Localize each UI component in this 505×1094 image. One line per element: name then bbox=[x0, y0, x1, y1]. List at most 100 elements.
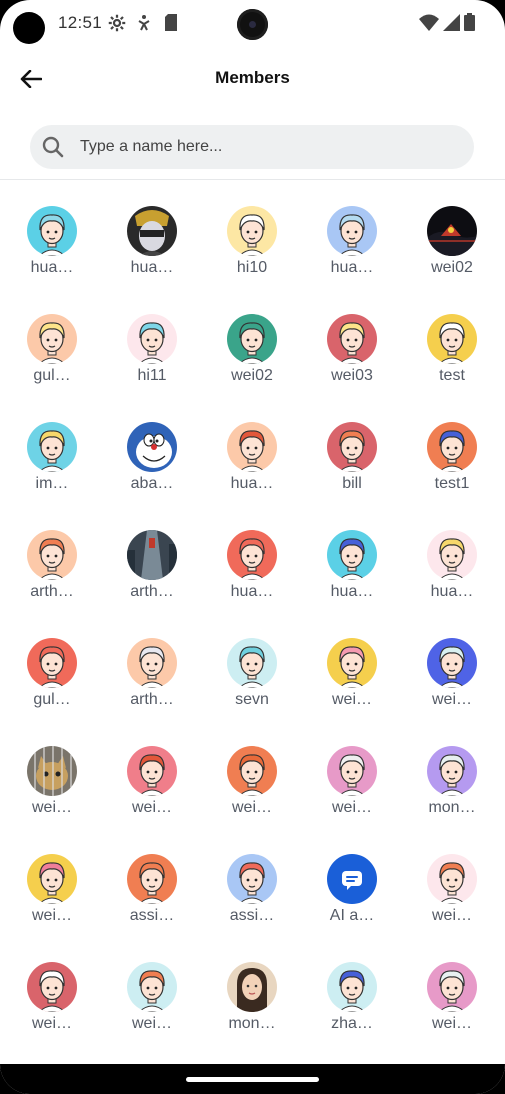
member-name: AI a… bbox=[329, 907, 375, 924]
member-item[interactable]: hua… bbox=[2, 206, 102, 314]
member-name: wei… bbox=[231, 799, 272, 816]
avatar bbox=[327, 422, 377, 472]
avatar bbox=[327, 638, 377, 688]
member-item[interactable]: hua… bbox=[202, 422, 302, 530]
avatar bbox=[27, 530, 77, 580]
search-bar[interactable] bbox=[30, 125, 474, 169]
member-item[interactable]: test bbox=[402, 314, 502, 422]
member-item[interactable]: arth… bbox=[102, 638, 202, 746]
member-name: hua… bbox=[430, 583, 474, 600]
avatar bbox=[227, 746, 277, 796]
avatar bbox=[127, 638, 177, 688]
member-name: im… bbox=[35, 475, 69, 492]
member-item[interactable]: hi11 bbox=[102, 314, 202, 422]
member-name: wei… bbox=[31, 907, 72, 924]
avatar bbox=[27, 746, 77, 796]
avatar bbox=[27, 422, 77, 472]
member-name: wei… bbox=[331, 799, 372, 816]
member-item[interactable]: wei… bbox=[302, 746, 402, 854]
sd-card-icon bbox=[164, 14, 178, 36]
member-item[interactable]: wei03 bbox=[302, 314, 402, 422]
avatar bbox=[227, 962, 277, 1012]
member-item[interactable]: bill bbox=[302, 422, 402, 530]
member-name: arth… bbox=[30, 583, 74, 600]
member-name: arth… bbox=[130, 583, 174, 600]
member-name: hua… bbox=[330, 583, 374, 600]
member-name: hi11 bbox=[137, 367, 167, 384]
member-item[interactable]: arth… bbox=[102, 530, 202, 638]
member-name: hua… bbox=[30, 259, 74, 276]
member-name: wei02 bbox=[231, 367, 273, 384]
member-item[interactable]: wei… bbox=[2, 746, 102, 854]
member-name: gul… bbox=[33, 367, 71, 384]
search-input[interactable] bbox=[80, 138, 440, 156]
member-item[interactable]: gul… bbox=[2, 638, 102, 746]
avatar bbox=[27, 206, 77, 256]
member-name: wei… bbox=[331, 691, 372, 708]
member-item[interactable]: test1 bbox=[402, 422, 502, 530]
member-item[interactable]: wei… bbox=[102, 962, 202, 1070]
member-name: mon… bbox=[428, 799, 476, 816]
avatar bbox=[127, 962, 177, 1012]
member-item[interactable]: mon… bbox=[202, 962, 302, 1070]
avatar bbox=[427, 206, 477, 256]
member-item[interactable]: zha… bbox=[302, 962, 402, 1070]
member-item[interactable]: hua… bbox=[402, 530, 502, 638]
member-name: assi… bbox=[129, 907, 175, 924]
avatar bbox=[427, 638, 477, 688]
member-item[interactable]: arth… bbox=[2, 530, 102, 638]
avatar bbox=[127, 314, 177, 364]
header: Members bbox=[0, 56, 505, 102]
search-icon bbox=[41, 135, 65, 159]
member-name: aba… bbox=[130, 475, 174, 492]
member-item[interactable]: im… bbox=[2, 422, 102, 530]
member-name: wei… bbox=[31, 799, 72, 816]
member-name: test bbox=[439, 367, 465, 384]
front-camera bbox=[237, 9, 268, 40]
member-item[interactable]: hua… bbox=[302, 206, 402, 314]
member-item[interactable]: wei… bbox=[402, 638, 502, 746]
member-item[interactable]: hua… bbox=[102, 206, 202, 314]
avatar bbox=[227, 638, 277, 688]
member-name: hua… bbox=[130, 259, 174, 276]
settings-gear-icon bbox=[108, 14, 126, 37]
avatar bbox=[427, 962, 477, 1012]
member-item[interactable]: mon… bbox=[402, 746, 502, 854]
avatar bbox=[227, 854, 277, 904]
battery-icon bbox=[464, 13, 475, 36]
member-item[interactable]: wei02 bbox=[402, 206, 502, 314]
member-name: wei… bbox=[131, 1015, 172, 1032]
member-item[interactable]: wei… bbox=[102, 746, 202, 854]
avatar bbox=[327, 854, 377, 904]
avatar bbox=[327, 962, 377, 1012]
member-item[interactable]: sevn bbox=[202, 638, 302, 746]
member-item[interactable]: wei… bbox=[2, 854, 102, 962]
member-item[interactable]: wei… bbox=[202, 746, 302, 854]
avatar bbox=[427, 854, 477, 904]
avatar bbox=[427, 314, 477, 364]
member-item[interactable]: hua… bbox=[302, 530, 402, 638]
member-item[interactable]: assi… bbox=[202, 854, 302, 962]
accessibility-icon bbox=[137, 14, 151, 37]
member-item[interactable]: hua… bbox=[202, 530, 302, 638]
member-item[interactable]: AI a… bbox=[302, 854, 402, 962]
wifi-icon bbox=[419, 14, 439, 36]
divider bbox=[0, 179, 505, 180]
member-name: arth… bbox=[130, 691, 174, 708]
member-item[interactable]: wei… bbox=[302, 638, 402, 746]
avatar bbox=[227, 530, 277, 580]
avatar bbox=[27, 962, 77, 1012]
member-item[interactable]: assi… bbox=[102, 854, 202, 962]
avatar bbox=[227, 422, 277, 472]
member-item[interactable]: hi10 bbox=[202, 206, 302, 314]
member-item[interactable]: wei… bbox=[402, 962, 502, 1070]
member-item[interactable]: wei… bbox=[402, 854, 502, 962]
member-item[interactable]: wei02 bbox=[202, 314, 302, 422]
member-item[interactable]: gul… bbox=[2, 314, 102, 422]
member-item[interactable]: wei… bbox=[2, 962, 102, 1070]
member-name: hua… bbox=[330, 259, 374, 276]
member-item[interactable]: aba… bbox=[102, 422, 202, 530]
home-indicator[interactable] bbox=[186, 1077, 319, 1082]
member-name: sevn bbox=[235, 691, 269, 708]
member-name: zha… bbox=[331, 1015, 373, 1032]
